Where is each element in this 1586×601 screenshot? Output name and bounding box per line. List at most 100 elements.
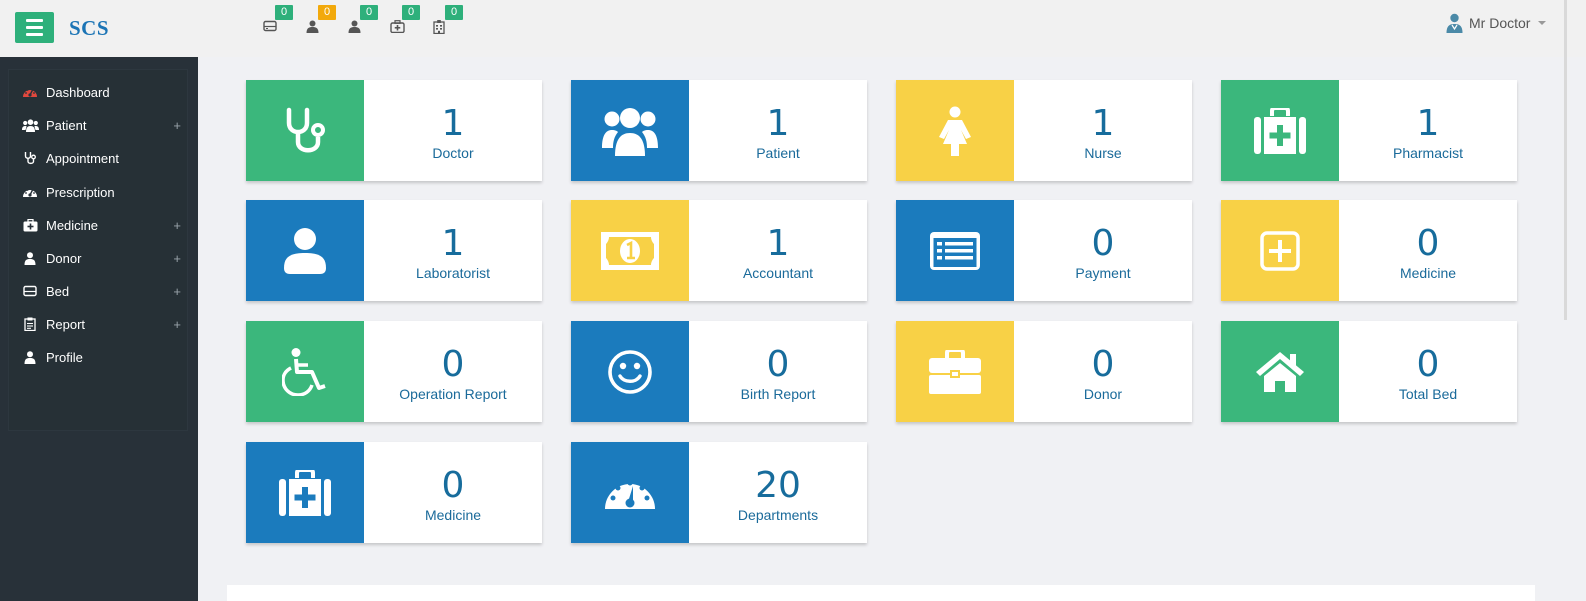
medkit-icon bbox=[20, 218, 40, 232]
card-label: Laboratorist bbox=[416, 264, 490, 281]
stat-card-birth-report[interactable]: 0 Birth Report bbox=[571, 321, 867, 422]
user-doctor-icon bbox=[1446, 13, 1463, 33]
sidebar-item-label: Profile bbox=[46, 349, 83, 365]
card-value: 0 bbox=[1416, 343, 1440, 385]
sidebar-item-label: Medicine bbox=[46, 217, 99, 233]
sidebar-menu: Dashboard Patient + Appointment Prescrip… bbox=[8, 69, 188, 431]
card-icon-box bbox=[896, 200, 1014, 301]
medkit-icon bbox=[390, 20, 405, 33]
card-info: 1 Doctor bbox=[364, 80, 542, 181]
sidebar-item-medicine[interactable]: Medicine + bbox=[20, 215, 185, 235]
card-value: 1 bbox=[441, 222, 465, 264]
user-menu[interactable]: Mr Doctor bbox=[1446, 13, 1547, 33]
sidebar-item-label: Report bbox=[46, 316, 86, 332]
card-icon-box bbox=[1221, 200, 1339, 301]
card-info: 1 Patient bbox=[689, 80, 867, 181]
menu-toggle-button[interactable] bbox=[15, 12, 54, 43]
chevron-down-icon bbox=[1538, 21, 1547, 25]
card-icon-box bbox=[246, 80, 364, 181]
expand-plus-icon[interactable]: + bbox=[173, 317, 181, 332]
clipboard-icon bbox=[20, 317, 40, 331]
card-icon-box bbox=[246, 442, 364, 543]
stat-card-doctor[interactable]: 1 Doctor bbox=[246, 80, 542, 181]
expand-plus-icon[interactable]: + bbox=[173, 218, 181, 233]
notification-medkit[interactable]: 0 bbox=[390, 5, 420, 38]
card-value: 0 bbox=[441, 343, 465, 385]
card-value: 1 bbox=[766, 102, 790, 144]
notification-hospital[interactable]: 0 bbox=[433, 5, 463, 38]
card-icon-box bbox=[896, 321, 1014, 422]
card-label: Total Bed bbox=[1398, 385, 1458, 402]
stat-card-patient[interactable]: 1 Patient bbox=[571, 80, 867, 181]
notification-badge: 0 bbox=[318, 5, 336, 20]
card-icon-box bbox=[896, 80, 1014, 181]
dashboard-icon bbox=[20, 186, 40, 198]
user-icon bbox=[20, 350, 40, 364]
stat-card-departments[interactable]: 20 Departments bbox=[571, 442, 867, 543]
user-icon bbox=[284, 227, 326, 274]
card-icon-box bbox=[571, 80, 689, 181]
top-header: SCS 0 0 0 0 0 Mr Doctor bbox=[0, 0, 1586, 57]
sidebar-item-dashboard[interactable]: Dashboard bbox=[20, 82, 185, 102]
sidebar-item-bed[interactable]: Bed + bbox=[20, 281, 185, 301]
card-value: 0 bbox=[766, 343, 790, 385]
notification-user-orange[interactable]: 0 bbox=[306, 5, 336, 38]
stat-card-pharmacist[interactable]: 1 Pharmacist bbox=[1221, 80, 1517, 181]
stethoscope-icon bbox=[286, 107, 325, 152]
stat-card-total-bed[interactable]: 0 Total Bed bbox=[1221, 321, 1517, 422]
stethoscope-icon bbox=[20, 151, 40, 165]
hospital-icon bbox=[433, 20, 445, 34]
card-label: Birth Report bbox=[740, 385, 816, 402]
dashboard-icon bbox=[20, 86, 40, 98]
users-icon bbox=[602, 107, 658, 156]
stat-card-payment[interactable]: 0 Payment bbox=[896, 200, 1192, 301]
hamburger-icon-bar bbox=[26, 19, 43, 22]
card-label: Operation Report bbox=[399, 385, 507, 402]
card-label: Nurse bbox=[1084, 144, 1122, 161]
stat-card-medicine[interactable]: 0 Medicine bbox=[1221, 200, 1517, 301]
stat-card-medicine-2[interactable]: 0 Medicine bbox=[246, 442, 542, 543]
expand-plus-icon[interactable]: + bbox=[173, 118, 181, 133]
sidebar-item-report[interactable]: Report + bbox=[20, 314, 185, 334]
card-info: 1 Accountant bbox=[689, 200, 867, 301]
users-icon bbox=[20, 118, 40, 132]
card-value: 1 bbox=[766, 222, 790, 264]
stat-card-nurse[interactable]: 1 Nurse bbox=[896, 80, 1192, 181]
stat-card-donor[interactable]: 0 Donor bbox=[896, 321, 1192, 422]
stat-card-accountant[interactable]: 1 Accountant bbox=[571, 200, 867, 301]
sidebar-item-appointment[interactable]: Appointment bbox=[20, 148, 185, 168]
card-info: 0 Birth Report bbox=[689, 321, 867, 422]
stat-card-operation-report[interactable]: 0 Operation Report bbox=[246, 321, 542, 422]
card-icon-box bbox=[1221, 321, 1339, 422]
notification-user[interactable]: 0 bbox=[348, 5, 378, 38]
dashboard-icon bbox=[605, 480, 655, 509]
card-info: 0 Donor bbox=[1014, 321, 1192, 422]
card-info: 0 Payment bbox=[1014, 200, 1192, 301]
wheelchair-icon bbox=[282, 347, 326, 396]
expand-plus-icon[interactable]: + bbox=[173, 251, 181, 266]
card-info: 1 Laboratorist bbox=[364, 200, 542, 301]
scrollbar[interactable] bbox=[1564, 0, 1567, 320]
card-icon-box bbox=[571, 200, 689, 301]
stat-card-laboratorist[interactable]: 1 Laboratorist bbox=[246, 200, 542, 301]
sidebar-item-prescription[interactable]: Prescription bbox=[20, 182, 185, 202]
sidebar-item-label: Dashboard bbox=[46, 84, 110, 100]
sidebar-item-donor[interactable]: Donor + bbox=[20, 248, 185, 268]
brand-logo[interactable]: SCS bbox=[69, 16, 109, 41]
notification-bed[interactable]: 0 bbox=[263, 5, 293, 38]
card-label: Payment bbox=[1075, 264, 1131, 281]
card-value: 20 bbox=[755, 464, 801, 506]
card-label: Doctor bbox=[432, 144, 474, 161]
card-icon-box bbox=[246, 200, 364, 301]
card-info: 0 Medicine bbox=[364, 442, 542, 543]
expand-plus-icon[interactable]: + bbox=[173, 284, 181, 299]
home-icon bbox=[1256, 351, 1304, 392]
content-panel bbox=[227, 585, 1535, 601]
user-icon bbox=[20, 251, 40, 265]
sidebar-item-profile[interactable]: Profile bbox=[20, 347, 185, 367]
hamburger-icon-bar bbox=[26, 26, 43, 29]
sidebar-item-patient[interactable]: Patient + bbox=[20, 115, 185, 135]
card-icon-box bbox=[571, 321, 689, 422]
notification-badge: 0 bbox=[275, 5, 293, 20]
card-label: Medicine bbox=[424, 506, 482, 523]
